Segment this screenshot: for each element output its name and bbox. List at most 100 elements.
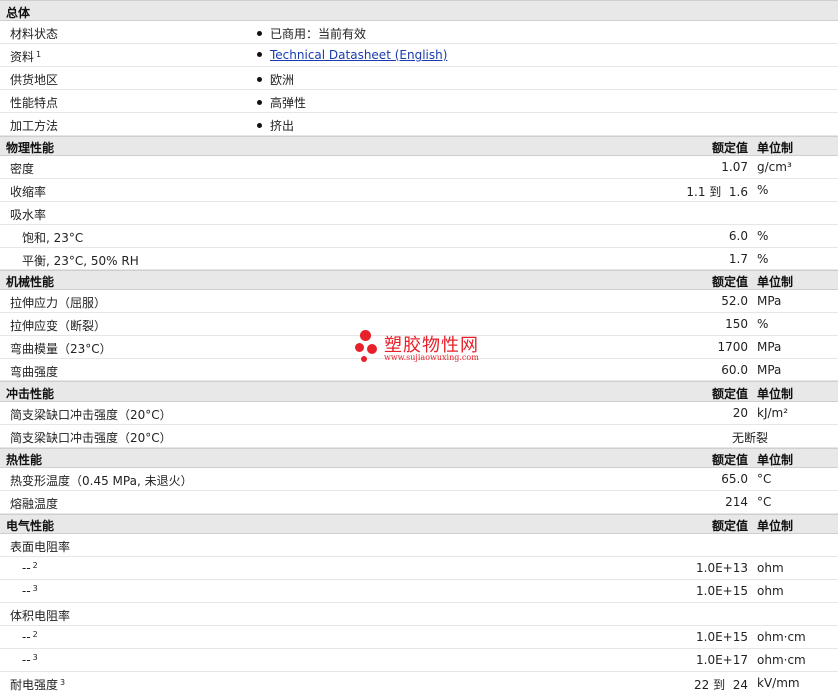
row-label: -- 2 xyxy=(22,561,38,575)
row-value: 65.0 xyxy=(721,472,748,486)
bullet-icon xyxy=(257,77,262,82)
row-value: 挤出 xyxy=(257,117,294,134)
section-header-general: 总体 xyxy=(0,0,838,21)
row-value: 高弹性 xyxy=(257,94,306,111)
row-value: 1.0E+15 xyxy=(696,584,748,598)
row-unit: °C xyxy=(757,495,772,509)
table-row: 简支梁缺口冲击强度（20°C） 20 kJ/m² xyxy=(0,402,838,425)
section-title: 物理性能 xyxy=(6,141,55,155)
row-value: 已商用：当前有效 xyxy=(257,25,366,42)
section-title: 机械性能 xyxy=(6,275,55,289)
row-unit: g/cm³ xyxy=(757,160,792,174)
row-unit: kJ/m² xyxy=(757,406,789,420)
row-value: 无断裂 xyxy=(731,431,768,445)
row-unit: % xyxy=(757,252,769,266)
column-header-unit: 单位制 xyxy=(757,275,794,289)
row-label: 弯曲模量（23°C） xyxy=(10,342,112,356)
column-header-unit: 单位制 xyxy=(757,141,794,155)
bullet-icon xyxy=(257,31,262,36)
logo-dot xyxy=(360,330,371,341)
table-row: 供货地区 欧洲 xyxy=(0,67,838,90)
row-label: 吸水率 xyxy=(10,208,47,222)
section-header-physical: 物理性能 额定值 单位制 xyxy=(0,136,838,156)
row-label: -- 2 xyxy=(22,630,38,644)
row-unit: °C xyxy=(757,472,772,486)
column-header-value: 额定值 xyxy=(711,519,748,533)
column-header-unit: 单位制 xyxy=(757,453,794,467)
row-value: 1.07 xyxy=(721,160,748,174)
section-header-electrical: 电气性能 额定值 单位制 xyxy=(0,514,838,534)
row-value: 欧洲 xyxy=(257,71,294,88)
row-unit: ohm xyxy=(757,584,784,598)
logo-dot xyxy=(361,356,367,362)
row-label: 性能特点 xyxy=(10,96,59,110)
table-row: 熔融温度 214 °C xyxy=(0,491,838,514)
section-title: 电气性能 xyxy=(6,519,55,533)
row-value: 1.0E+13 xyxy=(696,561,748,575)
row-label: -- 3 xyxy=(22,584,38,598)
watermark-logo: 塑胶物性网 www.sujiaowuxing.com xyxy=(354,328,494,368)
row-label: 简支梁缺口冲击强度（20°C） xyxy=(10,408,172,422)
table-row: 简支梁缺口冲击强度（20°C） 无断裂 xyxy=(0,425,838,448)
table-row: 资料 1 Technical Datasheet (English) xyxy=(0,44,838,67)
column-header-unit: 单位制 xyxy=(757,519,794,533)
row-value: 214 xyxy=(725,495,748,509)
table-row: 拉伸应力（屈服） 52.0 MPa xyxy=(0,290,838,313)
table-row: 表面电阻率 xyxy=(0,534,838,557)
row-value: 1.7 xyxy=(728,252,748,266)
row-value: 60.0 xyxy=(721,363,748,377)
column-header-value: 额定值 xyxy=(711,275,748,289)
row-label: 简支梁缺口冲击强度（20°C） xyxy=(10,431,172,445)
row-unit: % xyxy=(757,317,769,331)
column-header-value: 额定值 xyxy=(711,387,748,401)
table-row: 加工方法 挤出 xyxy=(0,113,838,136)
row-unit: % xyxy=(757,229,769,243)
table-row: 耐电强度 3 22 到 24 kV/mm xyxy=(0,672,838,693)
row-value: 1.0E+15 xyxy=(696,630,748,644)
row-label: 收缩率 xyxy=(10,185,47,199)
row-label: 加工方法 xyxy=(10,119,59,133)
row-label: 饱和, 23°C xyxy=(22,231,84,245)
table-row: 热变形温度（0.45 MPa, 未退火） 65.0 °C xyxy=(0,468,838,491)
row-value: 20 xyxy=(732,406,748,420)
row-value: 22 到 24 xyxy=(694,678,748,692)
row-label: 材料状态 xyxy=(10,27,59,41)
logo-dot xyxy=(355,343,364,352)
table-row: -- 3 1.0E+15 ohm xyxy=(0,580,838,603)
row-label: 热变形温度（0.45 MPa, 未退火） xyxy=(10,474,193,488)
logo-dot xyxy=(367,344,377,354)
section-header-thermal: 热性能 额定值 单位制 xyxy=(0,448,838,468)
row-unit: MPa xyxy=(757,363,782,377)
bullet-icon xyxy=(257,100,262,105)
row-label: 耐电强度 3 xyxy=(10,678,66,692)
row-label: 平衡, 23°C, 50% RH xyxy=(22,254,139,268)
datasheet-link[interactable]: Technical Datasheet (English) xyxy=(270,48,447,62)
row-value: 1.1 到 1.6 xyxy=(686,185,748,199)
table-row: -- 3 1.0E+17 ohm·cm xyxy=(0,649,838,672)
row-unit: kV/mm xyxy=(757,676,800,690)
table-row: 体积电阻率 xyxy=(0,603,838,626)
section-header-impact: 冲击性能 额定值 单位制 xyxy=(0,381,838,402)
table-row: 平衡, 23°C, 50% RH 1.7 % xyxy=(0,248,838,270)
table-row: 材料状态 已商用：当前有效 xyxy=(0,21,838,44)
row-value: 6.0 xyxy=(728,229,748,243)
table-row: 吸水率 xyxy=(0,202,838,225)
row-label: 弯曲强度 xyxy=(10,365,59,379)
row-value: Technical Datasheet (English) xyxy=(257,48,447,62)
row-label: 拉伸应变（断裂） xyxy=(10,319,107,333)
row-value: 150 xyxy=(725,317,748,331)
row-label: 拉伸应力（屈服） xyxy=(10,296,107,310)
row-unit: MPa xyxy=(757,294,782,308)
row-label: 密度 xyxy=(10,162,35,176)
table-row: -- 2 1.0E+15 ohm·cm xyxy=(0,626,838,649)
row-label: -- 3 xyxy=(22,653,38,667)
bullet-icon xyxy=(257,52,262,57)
row-value: 1.0E+17 xyxy=(696,653,748,667)
row-unit: MPa xyxy=(757,340,782,354)
row-value: 52.0 xyxy=(721,294,748,308)
row-label: 供货地区 xyxy=(10,73,59,87)
row-label: 体积电阻率 xyxy=(10,609,71,623)
section-title: 总体 xyxy=(6,6,31,20)
table-row: 密度 1.07 g/cm³ xyxy=(0,156,838,179)
watermark-url: www.sujiaowuxing.com xyxy=(384,353,479,362)
